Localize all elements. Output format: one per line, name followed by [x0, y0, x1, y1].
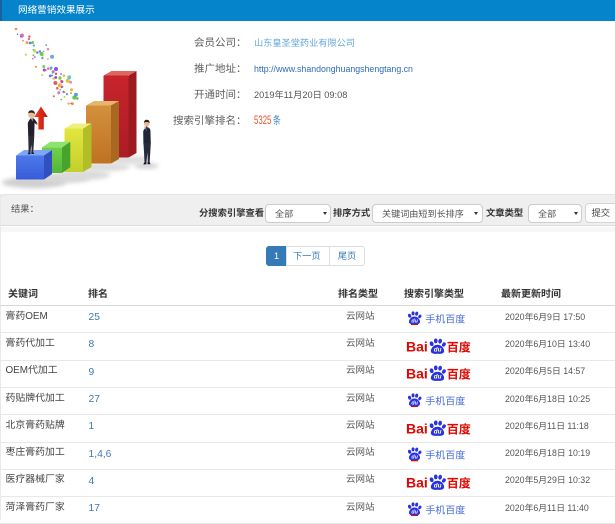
- svg-text:du: du: [411, 454, 418, 460]
- svg-text:du: du: [434, 374, 442, 381]
- svg-text:du: du: [434, 483, 442, 490]
- svg-text:du: du: [434, 428, 442, 435]
- svg-text:du: du: [411, 400, 418, 406]
- svg-text:du: du: [434, 347, 442, 354]
- svg-text:du: du: [411, 509, 418, 515]
- svg-text:du: du: [411, 318, 418, 324]
